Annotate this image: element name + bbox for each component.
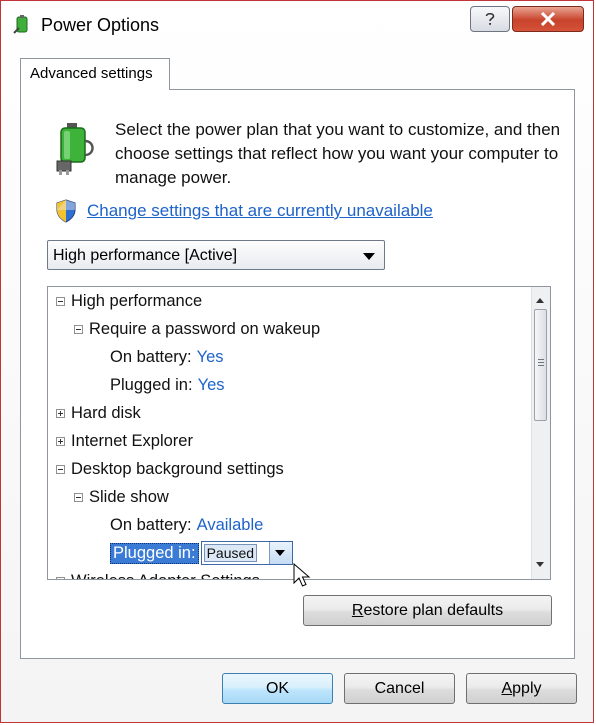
- scroll-down-arrow-icon[interactable]: [534, 557, 547, 573]
- apply-button[interactable]: Apply: [466, 673, 577, 704]
- chevron-down-icon: [363, 253, 375, 260]
- button-label: pply: [512, 679, 542, 697]
- tree-row-label-selected: Plugged in:: [110, 542, 199, 564]
- tree-row-wireless-adapter[interactable]: Wireless Adapter Settings: [56, 567, 260, 580]
- tree-row-slide-show[interactable]: Slide show: [74, 483, 169, 511]
- question-mark-icon: [485, 12, 495, 25]
- description-text: Select the power plan that you want to c…: [115, 120, 561, 187]
- tree-row-label: Desktop background settings: [71, 459, 284, 478]
- tab-advanced-settings[interactable]: Advanced settings: [20, 58, 170, 90]
- tree-scrollbar[interactable]: [531, 287, 550, 579]
- setting-value[interactable]: Available: [197, 516, 264, 535]
- collapse-icon[interactable]: [74, 492, 83, 502]
- plugged-in-value-select[interactable]: Paused: [200, 541, 293, 565]
- grip-icon: [538, 359, 544, 366]
- tree-row-slideshow-plugged-in[interactable]: Plugged in: Paused: [110, 539, 293, 567]
- expand-icon[interactable]: [56, 576, 65, 579]
- power-plan-value: High performance [Active]: [53, 247, 238, 264]
- tree-row-label: Require a password on wakeup: [89, 319, 321, 338]
- chevron-down-icon[interactable]: [268, 542, 292, 564]
- tree-row-high-performance[interactable]: High performance: [56, 287, 202, 315]
- setting-value[interactable]: Yes: [198, 376, 225, 395]
- power-options-window: Power Options Advanced settings Select t…: [0, 0, 594, 723]
- tree-row-label: Hard disk: [71, 403, 141, 422]
- tree-row-password-on-battery[interactable]: On battery: Yes: [110, 343, 224, 371]
- tree-row-label: On battery:: [110, 515, 192, 534]
- expand-icon[interactable]: [56, 436, 65, 446]
- tree-row-label: On battery:: [110, 347, 192, 366]
- window-title: Power Options: [41, 15, 160, 35]
- tree-row-label: High performance: [71, 291, 203, 310]
- power-plan-select[interactable]: High performance [Active]: [47, 240, 385, 270]
- close-button[interactable]: [512, 6, 584, 32]
- tree-row-internet-explorer[interactable]: Internet Explorer: [56, 427, 193, 455]
- button-label: estore plan defaults: [363, 601, 504, 619]
- tree-row-password-plugged-in[interactable]: Plugged in: Yes: [110, 371, 225, 399]
- collapse-icon[interactable]: [74, 324, 83, 334]
- tree-row-hard-disk[interactable]: Hard disk: [56, 399, 141, 427]
- scrollbar-thumb[interactable]: [534, 309, 547, 421]
- select-value: Paused: [203, 544, 258, 562]
- tree-row-label: Wireless Adapter Settings: [71, 572, 260, 580]
- collapse-icon[interactable]: [56, 464, 65, 474]
- tree-row-label: Slide show: [89, 487, 169, 506]
- restore-plan-defaults-button[interactable]: Restore plan defaults: [303, 595, 552, 626]
- setting-value[interactable]: Yes: [197, 348, 224, 367]
- change-settings-link[interactable]: Change settings that are currently unava…: [87, 201, 433, 221]
- title-bar[interactable]: Power Options: [1, 1, 593, 49]
- button-mnemonic: A: [501, 679, 513, 697]
- power-options-icon: [13, 15, 28, 34]
- expand-icon[interactable]: [56, 408, 65, 418]
- uac-shield-icon: [56, 199, 76, 223]
- button-mnemonic: R: [351, 601, 364, 619]
- tree-row-require-password[interactable]: Require a password on wakeup: [74, 315, 320, 343]
- close-x-icon: [540, 12, 556, 26]
- scroll-up-arrow-icon[interactable]: [534, 293, 547, 309]
- settings-tree[interactable]: High performance Require a password on w…: [47, 286, 551, 580]
- tree-row-slideshow-on-battery[interactable]: On battery: Available: [110, 511, 263, 539]
- collapse-icon[interactable]: [56, 296, 65, 306]
- cancel-button[interactable]: Cancel: [344, 673, 455, 704]
- tree-row-desktop-background[interactable]: Desktop background settings: [56, 455, 284, 483]
- ok-button[interactable]: OK: [222, 673, 333, 704]
- mouse-pointer-icon: [293, 563, 311, 587]
- tree-row-label: Internet Explorer: [71, 431, 193, 450]
- battery-plug-icon: [56, 123, 94, 175]
- tree-row-label: Plugged in:: [110, 375, 193, 394]
- help-button[interactable]: [470, 6, 510, 32]
